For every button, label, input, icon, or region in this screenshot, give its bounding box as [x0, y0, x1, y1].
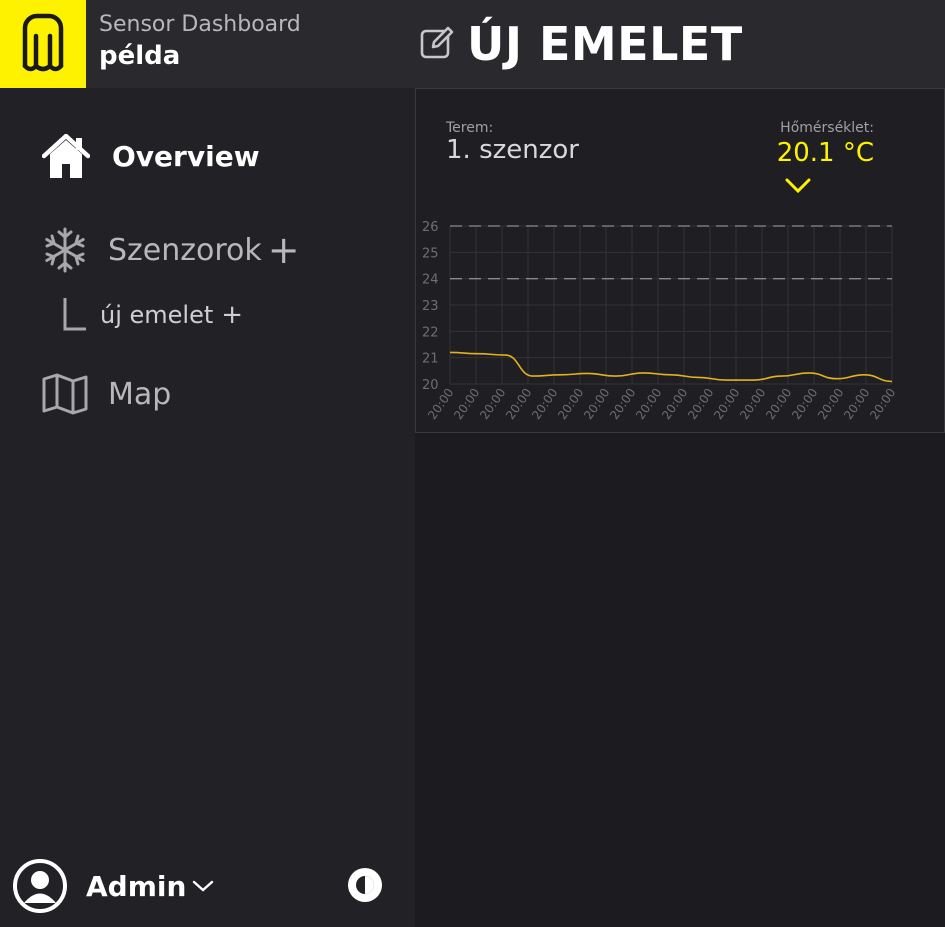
subitem-connector-icon — [63, 298, 86, 331]
sidebar-item-label: Szenzorok — [108, 232, 262, 268]
x-tick-label: 20:00 — [841, 386, 872, 422]
y-tick-label: 22 — [422, 325, 439, 340]
x-tick-label: 20:00 — [763, 386, 794, 422]
user-avatar-icon — [13, 859, 67, 913]
add-floor-button[interactable]: + — [221, 300, 243, 330]
sidebar-item-label: Map — [108, 376, 172, 412]
contrast-icon[interactable] — [346, 866, 384, 904]
y-tick-label: 21 — [422, 352, 439, 367]
edit-icon[interactable] — [419, 25, 455, 61]
x-tick-label: 20:00 — [503, 386, 534, 422]
user-menu[interactable]: Admin — [12, 858, 214, 914]
x-tick-label: 20:00 — [581, 386, 612, 422]
m-logo-icon — [22, 13, 64, 72]
app: Sensor Dashboard példa ÚJ EMELET Overvie… — [0, 0, 945, 927]
sidebar-item-map[interactable]: Map — [42, 371, 171, 417]
x-tick-label: 20:00 — [451, 386, 482, 422]
temperature-label: Hőmérséklet: — [780, 120, 874, 136]
room-name: 1. szenzor — [446, 135, 579, 165]
map-icon — [42, 373, 88, 415]
y-tick-label: 23 — [422, 299, 439, 314]
app-name: Sensor Dashboard — [99, 12, 301, 37]
add-sensor-button[interactable]: + — [268, 231, 300, 269]
x-tick-label: 20:00 — [555, 386, 586, 422]
snowflake-icon — [45, 227, 85, 273]
x-tick-label: 20:00 — [607, 386, 638, 422]
x-tick-label: 20:00 — [659, 386, 690, 422]
sidebar-item-label: Overview — [112, 139, 260, 173]
temperature-value: 20.1 °C — [776, 138, 874, 168]
main-content: Terem: 1. szenzor Hőmérséklet: 20.1 °C 2… — [415, 88, 945, 927]
chevron-down-icon[interactable] — [784, 177, 812, 195]
x-tick-label: 20:00 — [685, 386, 716, 422]
logo[interactable] — [0, 0, 86, 88]
sidebar-item-label: új emelet — [100, 301, 214, 329]
x-tick-label: 20:00 — [737, 386, 768, 422]
x-tick-label: 20:00 — [867, 386, 898, 422]
x-tick-label: 20:00 — [815, 386, 846, 422]
x-tick-label: 20:00 — [711, 386, 742, 422]
x-tick-label: 20:00 — [477, 386, 508, 422]
home-icon — [42, 134, 90, 178]
y-tick-label: 26 — [422, 220, 439, 235]
y-tick-label: 24 — [422, 273, 439, 288]
page-title: ÚJ EMELET — [467, 17, 743, 71]
brand: Sensor Dashboard példa — [99, 10, 301, 72]
x-tick-label: 20:00 — [529, 386, 560, 422]
y-tick-label: 25 — [422, 246, 439, 261]
x-tick-label: 20:00 — [789, 386, 820, 422]
y-tick-label: 20 — [422, 378, 439, 393]
sensor-card[interactable]: Terem: 1. szenzor Hőmérséklet: 20.1 °C 2… — [415, 88, 913, 433]
sensor-card-next[interactable] — [912, 88, 945, 433]
x-tick-label: 20:00 — [633, 386, 664, 422]
sidebar-item-sensors[interactable]: Szenzorok + — [42, 227, 300, 273]
chevron-down-icon — [193, 880, 214, 892]
temperature-series-line — [449, 351, 893, 383]
header: Sensor Dashboard példa ÚJ EMELET — [0, 0, 945, 88]
sidebar-item-uj-emelet[interactable]: új emelet + — [62, 292, 243, 338]
sidebar-item-overview[interactable]: Overview — [42, 133, 260, 179]
sidebar: Overview Szenzorok + új emelet + Map Adm… — [0, 88, 415, 927]
temperature-chart: 2021222324252620:0020:0020:0020:0020:002… — [422, 220, 898, 422]
user-name: Admin — [86, 869, 187, 903]
room-label: Terem: — [446, 120, 494, 136]
org-name: példa — [99, 41, 181, 71]
